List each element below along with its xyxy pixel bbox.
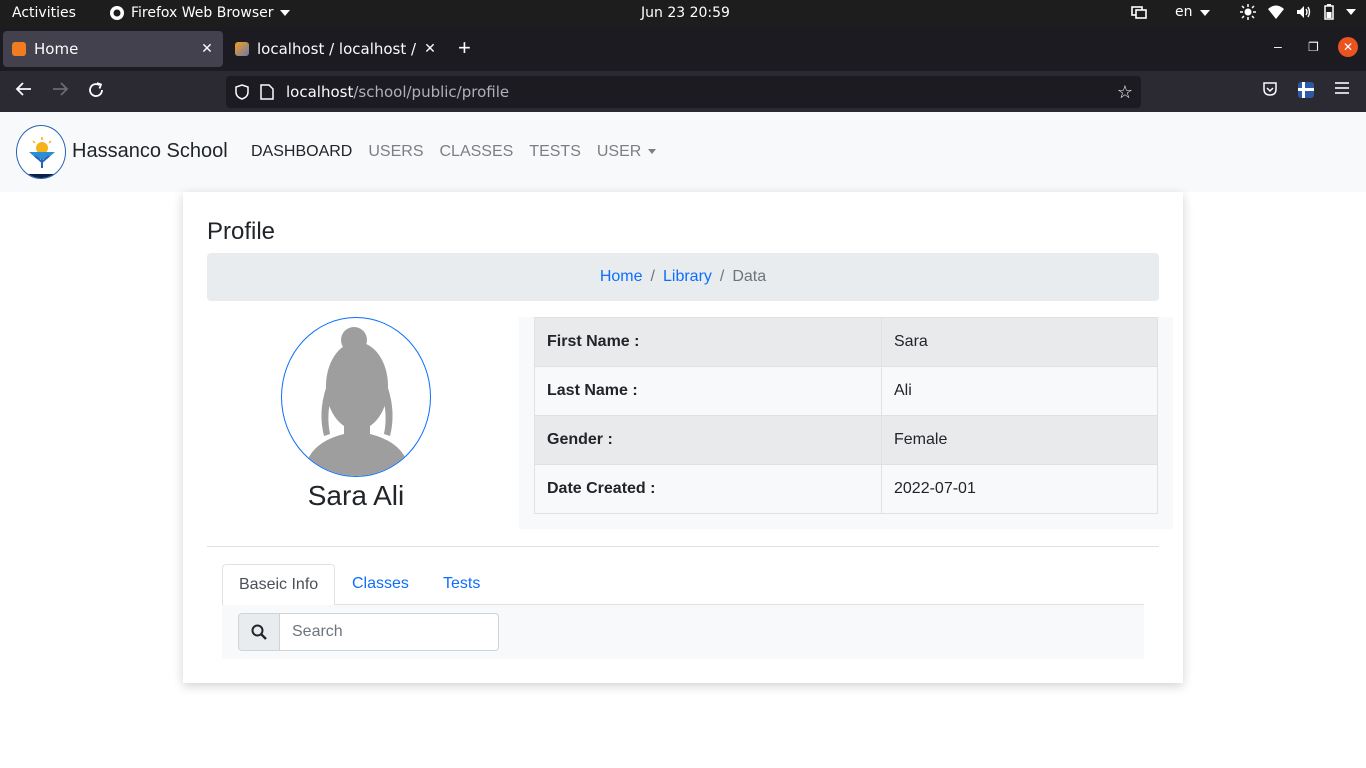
reload-icon [89, 82, 103, 97]
profile-tabs: Baseic Info Classes Tests [222, 564, 1144, 606]
field-label: Gender : [534, 415, 882, 465]
pocket-icon[interactable] [1262, 81, 1278, 102]
back-button[interactable] [15, 81, 33, 101]
url-bar[interactable]: localhost/school/public/profile ☆ [226, 76, 1141, 108]
profile-card: Profile Home / Library / Data Sara Ali F… [183, 192, 1183, 683]
close-icon[interactable]: ✕ [420, 41, 440, 57]
tab-title: localhost / localhost / sch [257, 40, 420, 58]
browser-nav-bar: localhost/school/public/profile ☆ [0, 71, 1366, 112]
url-text[interactable]: localhost/school/public/profile [286, 83, 1117, 101]
tab-tests[interactable]: Tests [427, 564, 496, 605]
field-value: Sara [881, 317, 1158, 367]
field-value: 2022-07-01 [881, 464, 1158, 514]
breadcrumb: Home / Library / Data [207, 253, 1159, 301]
nav-dashboard[interactable]: DASHBOARD [251, 143, 352, 161]
search-group [238, 613, 499, 651]
arrow-right-icon [53, 82, 69, 96]
field-label: Last Name : [534, 366, 882, 416]
page-icon[interactable] [260, 84, 274, 100]
language-label: en [1175, 4, 1193, 20]
tab-title: Home [34, 40, 79, 58]
caret-down-icon [648, 149, 657, 155]
browser-tab-phpmyadmin[interactable]: localhost / localhost / sch ✕ [226, 31, 446, 67]
table-row: Date Created :2022-07-01 [534, 464, 1158, 514]
system-tray[interactable]: en [1131, 4, 1356, 20]
restore-icon[interactable]: ❐ [1308, 40, 1319, 54]
search-input[interactable] [280, 613, 499, 651]
breadcrumb-separator: / [719, 268, 725, 285]
xampp-favicon-icon [12, 42, 26, 56]
table-row: Last Name : Ali [534, 366, 1158, 416]
breadcrumb-library[interactable]: Library [663, 268, 712, 286]
brightness-icon [1240, 4, 1256, 20]
breadcrumb-separator: / [650, 268, 655, 285]
app-menu-label: Firefox Web Browser [131, 5, 274, 21]
wifi-icon [1268, 5, 1284, 19]
shield-icon[interactable] [234, 84, 250, 100]
nav-tests[interactable]: TESTS [529, 143, 581, 161]
chevron-down-icon [1346, 9, 1356, 15]
web-page: Hassanco School DASHBOARD USERS CLASSES … [0, 112, 1366, 768]
chevron-down-icon [279, 10, 290, 16]
reload-button[interactable] [87, 81, 105, 103]
arrow-left-icon [15, 82, 31, 96]
firefox-icon [110, 6, 124, 20]
field-value: Female [881, 415, 1158, 465]
close-icon[interactable]: ✕ [197, 41, 217, 57]
clock[interactable]: Jun 23 20:59 [641, 5, 730, 21]
new-tab-button[interactable]: + [458, 36, 471, 60]
nav-users[interactable]: USERS [368, 143, 423, 161]
search-icon [251, 624, 267, 640]
activities-button[interactable]: Activities [12, 5, 76, 21]
extension-icon[interactable] [1297, 81, 1315, 104]
hamburger-menu-icon[interactable] [1334, 81, 1350, 100]
profile-name: Sara Ali [307, 480, 405, 511]
page-title: Profile [207, 218, 276, 245]
browser-tab-home[interactable]: Home ✕ [3, 31, 223, 67]
table-row: First Name : Sara [534, 317, 1158, 367]
search-addon[interactable] [238, 613, 280, 651]
site-brand[interactable]: Hassanco School [72, 140, 228, 163]
url-host: localhost [286, 83, 354, 101]
female-user-icon [304, 327, 410, 476]
tab-pane [222, 605, 1144, 659]
window-close-button[interactable]: ✕ [1338, 37, 1358, 57]
nav-user-label: USER [596, 143, 642, 160]
site-menu: DASHBOARD USERS CLASSES TESTS USER [251, 143, 657, 161]
browser-tab-strip: Home ✕ localhost / localhost / sch ✕ + –… [0, 27, 1366, 71]
nav-user-dropdown[interactable]: USER [596, 143, 657, 161]
site-navbar: Hassanco School DASHBOARD USERS CLASSES … [0, 112, 1366, 192]
phpmyadmin-favicon-icon [235, 42, 249, 56]
battery-icon [1324, 4, 1334, 20]
system-top-bar: Activities Firefox Web Browser Jun 23 20… [0, 0, 1366, 27]
app-menu[interactable]: Firefox Web Browser [109, 5, 290, 21]
profile-table: First Name : Sara Last Name : Ali Gender :… [534, 317, 1158, 514]
url-path: /school/public/profile [353, 83, 510, 101]
bookmark-star-icon[interactable]: ☆ [1117, 82, 1133, 103]
tab-basic-info[interactable]: Baseic Info [222, 564, 336, 606]
screen-share-icon [1131, 6, 1147, 19]
field-value: Ali [881, 366, 1158, 416]
field-label: First Name : [534, 317, 882, 367]
tab-classes[interactable]: Classes [336, 564, 425, 605]
breadcrumb-current: Data [732, 268, 767, 285]
forward-button[interactable] [51, 81, 69, 101]
field-label: Date Created : [534, 464, 882, 514]
chevron-down-icon [1200, 10, 1210, 16]
language-indicator[interactable]: en [1175, 4, 1210, 20]
breadcrumb-home[interactable]: Home [600, 268, 643, 286]
profile-details: First Name : Sara Last Name : Ali Gender :… [519, 317, 1173, 529]
school-logo[interactable] [16, 125, 66, 179]
minimize-icon[interactable]: – [1274, 38, 1282, 54]
divider [207, 546, 1159, 547]
avatar [281, 317, 431, 477]
nav-classes[interactable]: CLASSES [439, 143, 513, 161]
table-row: Gender : Female [534, 415, 1158, 465]
volume-icon [1297, 6, 1311, 18]
